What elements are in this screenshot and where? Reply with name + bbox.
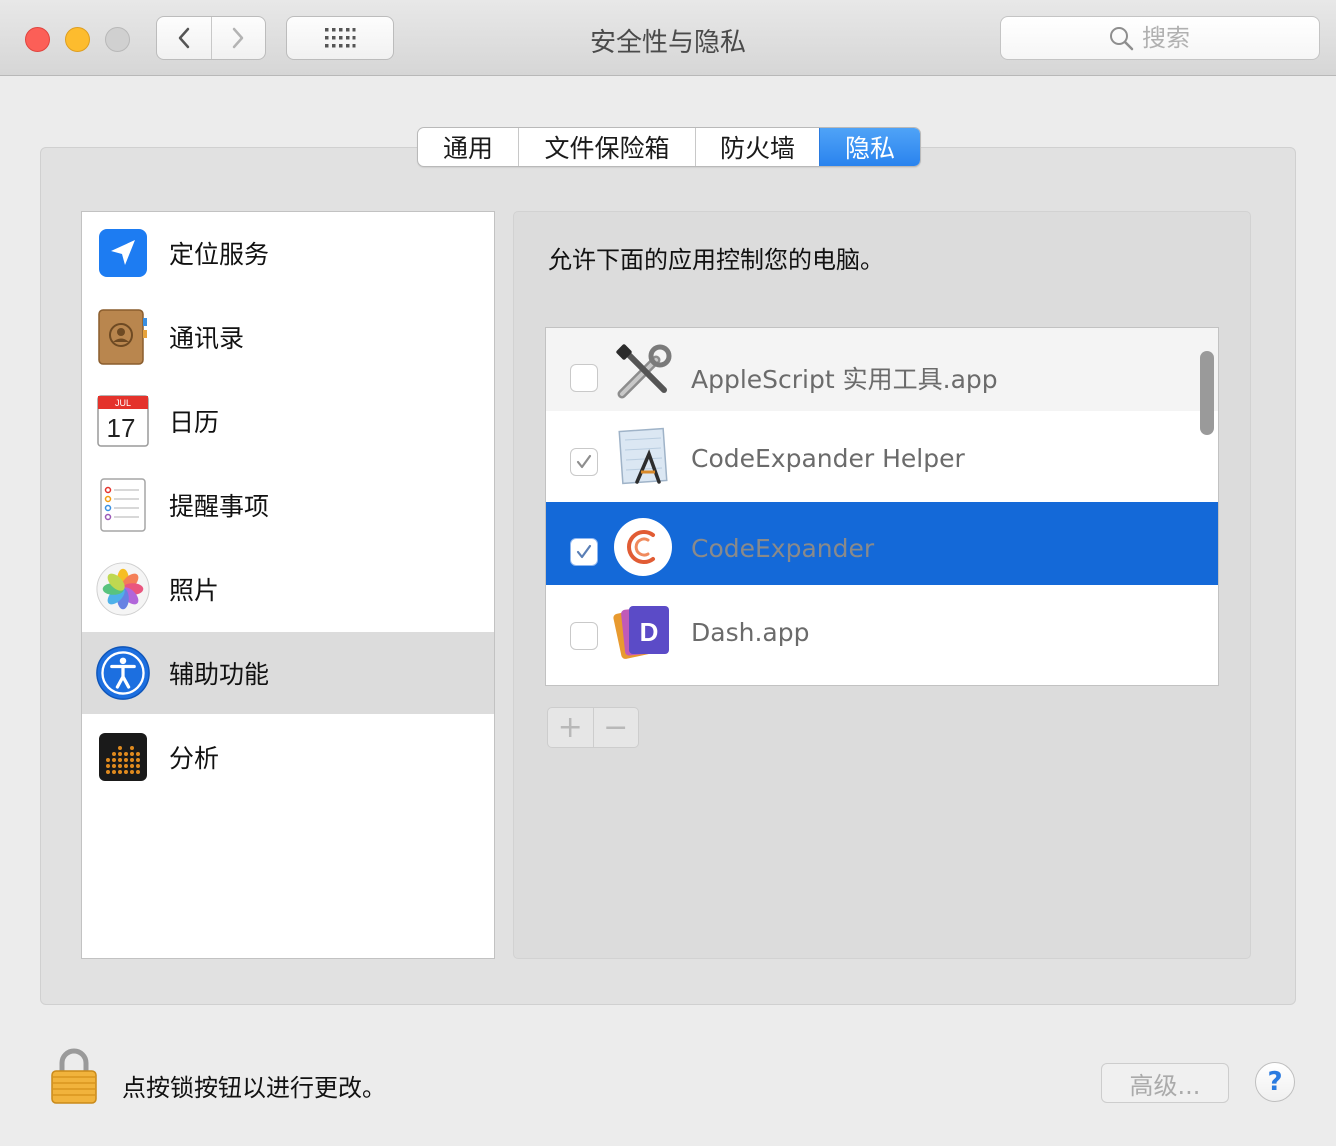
codeexpander-icon	[612, 516, 674, 578]
sidebar-item-analytics[interactable]: 分析	[82, 716, 494, 798]
svg-text:D: D	[640, 617, 659, 647]
analytics-icon	[95, 729, 151, 785]
app-checkbox[interactable]	[570, 364, 598, 392]
advanced-button[interactable]: 高级...	[1101, 1063, 1229, 1103]
tab-firewall[interactable]: 防火墙	[695, 128, 819, 166]
search-input[interactable]	[1142, 24, 1212, 52]
sidebar-item-label: 通讯录	[169, 324, 245, 353]
app-checkbox[interactable]	[570, 448, 598, 476]
reminders-icon	[95, 477, 151, 533]
title-bar: 安全性与隐私	[0, 0, 1336, 76]
sidebar-item-label: 照片	[169, 576, 220, 605]
tab-privacy[interactable]: 隐私	[819, 128, 920, 166]
sidebar-item-label: 日历	[169, 408, 220, 437]
app-row-applescript[interactable]: AppleScript 实用工具.app	[546, 328, 1218, 411]
tab-bar: 通用 文件保险箱 防火墙 隐私	[417, 127, 921, 167]
accessibility-icon	[95, 645, 151, 701]
app-checkbox[interactable]	[570, 538, 598, 566]
dash-icon: D	[612, 600, 674, 662]
sidebar-item-label: 分析	[169, 744, 220, 773]
app-list-scrollbar[interactable]	[1200, 351, 1214, 435]
location-arrow-icon	[95, 225, 151, 281]
app-row-codeexpander-helper[interactable]: CodeExpander Helper	[546, 412, 1218, 495]
checkmark-icon	[576, 544, 592, 559]
app-name: Dash.app	[691, 618, 810, 647]
search-field[interactable]	[1000, 16, 1320, 60]
sidebar-item-label: 提醒事项	[169, 492, 270, 521]
calendar-month-text: JUL	[115, 398, 131, 408]
photos-icon	[95, 561, 151, 617]
codeexpander-helper-icon	[612, 426, 674, 488]
sidebar-item-location[interactable]: 定位服务	[82, 212, 494, 294]
search-icon	[1110, 27, 1134, 51]
app-name: AppleScript 实用工具.app	[691, 365, 998, 394]
sidebar-item-label: 辅助功能	[169, 660, 270, 689]
calendar-icon: JUL 17	[95, 393, 151, 449]
app-row-dash[interactable]: D Dash.app	[546, 586, 1218, 669]
sidebar-item-reminders[interactable]: 提醒事项	[82, 464, 494, 546]
tab-filevault[interactable]: 文件保险箱	[518, 128, 695, 166]
app-name: CodeExpander	[691, 534, 875, 563]
detail-description: 允许下面的应用控制您的电脑。	[548, 246, 884, 274]
app-row-codeexpander[interactable]: CodeExpander	[546, 502, 1218, 585]
contacts-book-icon	[95, 309, 151, 365]
sidebar-item-calendar[interactable]: JUL 17 日历	[82, 380, 494, 462]
add-app-button[interactable]: +	[548, 708, 593, 747]
privacy-category-list: 定位服务 通讯录 JUL 17 日历 提醒事项 照片 辅助功能 分析	[81, 211, 495, 959]
sidebar-item-label: 定位服务	[169, 240, 270, 269]
tab-general[interactable]: 通用	[418, 128, 518, 166]
sidebar-item-accessibility[interactable]: 辅助功能	[82, 632, 494, 714]
applescript-utility-icon	[612, 342, 674, 404]
lock-hint-text: 点按锁按钮以进行更改。	[122, 1074, 386, 1102]
sidebar-item-contacts[interactable]: 通讯录	[82, 296, 494, 378]
add-remove-group: + −	[547, 707, 639, 748]
app-checkbox[interactable]	[570, 622, 598, 650]
app-name: CodeExpander Helper	[691, 444, 965, 473]
calendar-day-text: 17	[107, 413, 136, 443]
app-list[interactable]: AppleScript 实用工具.app CodeExpander Helper…	[545, 327, 1219, 686]
help-button[interactable]: ?	[1255, 1062, 1295, 1102]
sidebar-item-photos[interactable]: 照片	[82, 548, 494, 630]
checkmark-icon	[576, 454, 592, 469]
lock-icon[interactable]	[50, 1047, 98, 1105]
remove-app-button[interactable]: −	[592, 708, 639, 747]
